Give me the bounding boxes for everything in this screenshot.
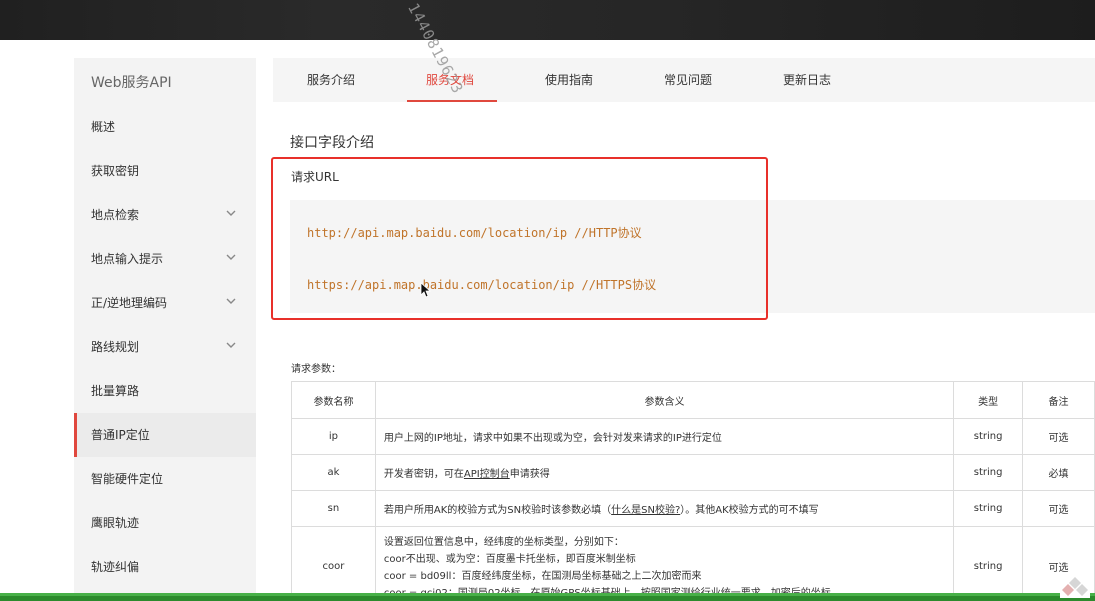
params-table: 参数名称 参数含义 类型 备注 ip 用户上网的IP地址，请求中如果不出现或为空… [291,381,1095,601]
desc-text: ）。其他AK校验方式的可不填写 [680,505,819,516]
tab-bar: 服务介绍 服务文档 使用指南 常见问题 更新日志 [273,58,1095,102]
desc-text: 若用户所用AK的校验方式为SN校验时该参数必填（ [383,505,612,516]
desc-line: coor不出现、或为空：百度墨卡托坐标，即百度米制坐标 [383,553,636,565]
param-note: 可选 [1022,418,1095,455]
tab-service-intro[interactable]: 服务介绍 [307,58,367,102]
param-note: 必填 [1022,454,1095,491]
sidebar-item-track-correction[interactable]: 轨迹纠偏 [74,545,256,589]
param-type: string [953,454,1024,491]
column-header: 备注 [1022,381,1095,419]
tab-faq[interactable]: 常见问题 [664,58,724,102]
sidebar-item-label: 获取密钥 [91,164,140,178]
sidebar-item-label: 普通IP定位 [91,428,150,442]
param-description: 若用户所用AK的校验方式为SN校验时该参数必填（什么是SN校验?）。其他AK校验… [374,490,955,527]
request-params-label: 请求参数： [291,364,341,375]
mouse-cursor-icon [420,282,432,298]
red-highlight-box [271,157,768,320]
param-type: string [953,526,1024,601]
sidebar-item-label: 鹰眼轨迹 [91,516,140,530]
chevron-down-icon [226,210,236,216]
column-header: 类型 [953,381,1024,419]
sidebar-item-eagle-eye[interactable]: 鹰眼轨迹 [74,501,256,545]
sidebar-item-label: 正/逆地理编码 [91,296,168,310]
tab-label: 更新日志 [783,73,832,87]
param-type: string [953,490,1024,527]
active-indicator [74,413,77,457]
tab-changelog[interactable]: 更新日志 [783,58,843,102]
section-title: 接口字段介绍 [290,135,374,151]
sidebar-item-label: 智能硬件定位 [91,472,164,486]
table-row: ak 开发者密钥，可在API控制台申请获得 string 必填 [291,454,1095,491]
desc-line: coor = bd09ll：百度经纬度坐标，在国测局坐标基础之上二次加密而来 [383,570,702,582]
brand-logo-icon [1060,574,1090,598]
sidebar-item-place-suggestion[interactable]: 地点输入提示 [74,237,256,281]
desc-text: 开发者密钥，可在 [383,469,464,480]
sidebar: Web服务API 概述 获取密钥 地点检索 地点输入提示 正/逆地理编码 路线规… [74,58,256,601]
chevron-down-icon [226,254,236,260]
table-row: coor 设置返回位置信息中，经纬度的坐标类型，分别如下： coor不出现、或为… [291,526,1095,601]
sidebar-item-ip-location[interactable]: 普通IP定位 [74,413,256,457]
sidebar-item-place-search[interactable]: 地点检索 [74,193,256,237]
sidebar-item-overview[interactable]: 概述 [74,105,256,149]
sidebar-item-label: 地点输入提示 [91,252,164,266]
chevron-down-icon [226,342,236,348]
coor-description-lines: 设置返回位置信息中，经纬度的坐标类型，分别如下： coor不出现、或为空：百度墨… [384,532,953,601]
sidebar-item-label: 地点检索 [91,208,140,222]
bottom-strip-highlight [0,593,1095,596]
sidebar-item-route-planning[interactable]: 路线规划 [74,325,256,369]
top-nav-bar [0,0,1095,40]
desc-line: 设置返回位置信息中，经纬度的坐标类型，分别如下： [383,536,624,548]
sidebar-item-get-key[interactable]: 获取密钥 [74,149,256,193]
param-name: ip [291,418,376,455]
param-note: 可选 [1022,490,1095,527]
tab-usage-guide[interactable]: 使用指南 [545,58,605,102]
chevron-down-icon [226,298,236,304]
param-name: coor [291,526,376,601]
param-description: 用户上网的IP地址，请求中如果不出现或为空，会针对发来请求的IP进行定位 [374,418,955,455]
sidebar-item-geocoding[interactable]: 正/逆地理编码 [74,281,256,325]
tab-label: 服务介绍 [307,73,356,87]
sidebar-item-label: 轨迹纠偏 [91,560,140,574]
api-console-link[interactable]: API控制台 [464,469,510,480]
table-row: ip 用户上网的IP地址，请求中如果不出现或为空，会针对发来请求的IP进行定位 … [291,418,1095,455]
sidebar-item-hardware-location[interactable]: 智能硬件定位 [74,457,256,501]
top-nav-bar-background [0,0,1095,40]
param-name: sn [291,490,376,527]
desc-text: 申请获得 [509,469,550,480]
column-header: 参数名称 [291,381,376,419]
sn-check-link[interactable]: 什么是SN校验? [611,505,680,516]
bottom-status-strip [0,593,1095,601]
sidebar-item-label: 概述 [91,120,116,134]
table-row: sn 若用户所用AK的校验方式为SN校验时该参数必填（什么是SN校验?）。其他A… [291,490,1095,527]
tab-label: 使用指南 [545,73,594,87]
param-type: string [953,418,1024,455]
param-description: 开发者密钥，可在API控制台申请获得 [374,454,955,491]
param-name: ak [291,454,376,491]
sidebar-title: Web服务API [91,75,172,91]
param-description: 设置返回位置信息中，经纬度的坐标类型，分别如下： coor不出现、或为空：百度墨… [374,526,955,601]
table-header-row: 参数名称 参数含义 类型 备注 [291,381,1095,419]
tab-active-underline [407,100,497,102]
column-header: 参数含义 [374,381,955,419]
sidebar-item-label: 路线规划 [91,340,140,354]
tab-label: 常见问题 [664,73,713,87]
sidebar-item-label: 批量算路 [91,384,140,398]
sidebar-item-batch-routing[interactable]: 批量算路 [74,369,256,413]
